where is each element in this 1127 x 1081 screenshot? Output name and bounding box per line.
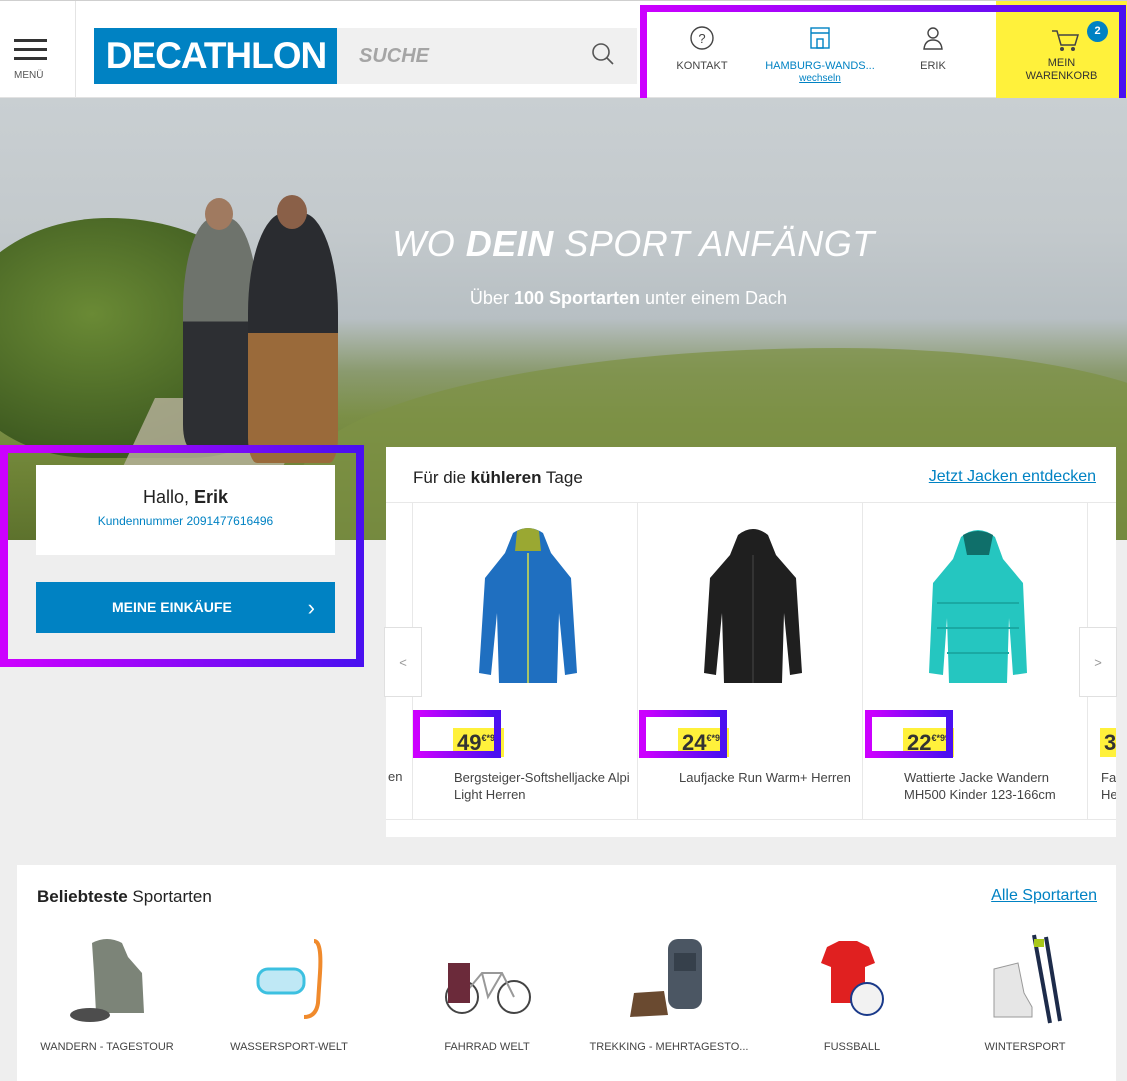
sport-name: TREKKING - MEHRTAGESTO... (589, 1041, 749, 1053)
product-name: Wattierte Jacke Wandern MH500 Kinder 123… (904, 770, 1056, 802)
cart-icon (1052, 30, 1080, 51)
search-input[interactable] (337, 28, 573, 84)
sport-item-wassersport[interactable]: WASSERSPORT-WELT (199, 933, 379, 1063)
account-label: ERIK (920, 60, 946, 72)
svg-text:?: ? (698, 31, 705, 46)
chevron-right-icon: › (307, 595, 315, 620)
user-icon (923, 27, 943, 50)
sport-name: FUSSBALL (823, 1041, 881, 1053)
contact-label: KONTAKT (676, 60, 728, 72)
search-icon (592, 43, 614, 65)
welcome-panel: Hallo, Erik Kundennummer 2091477616496 M… (0, 445, 364, 667)
store-label: HAMBURG-WANDS... (765, 60, 875, 72)
user-name: Erik (194, 487, 229, 507)
carousel-prev-button[interactable]: < (384, 627, 422, 697)
sport-item-fussball[interactable]: FUSSBALL (762, 933, 942, 1063)
cart-count-badge: 2 (1087, 21, 1108, 42)
discover-jackets-link[interactable]: Jetzt Jacken entdecken (929, 468, 1096, 486)
cart-label-line1: MEIN (1047, 57, 1076, 69)
sport-item-wandern[interactable]: WANDERN - TAGESTOUR (17, 933, 197, 1063)
hero-headline: WO DEIN SPORT ANFÄNGT (392, 223, 875, 264)
store-icon (810, 27, 830, 49)
sport-name: WANDERN - TAGESTOUR (40, 1041, 174, 1053)
sport-name: WINTERSPORT (984, 1041, 1066, 1053)
sport-name: WASSERSPORT-WELT (230, 1041, 348, 1053)
sport-item-wintersport[interactable]: WINTERSPORT (935, 933, 1115, 1063)
all-sports-link[interactable]: Alle Sportarten (991, 887, 1097, 905)
bicycle-icon (445, 963, 531, 1014)
ski-icon (993, 934, 1062, 1024)
search-button[interactable] (573, 28, 637, 84)
backpack-icon (630, 939, 702, 1017)
menu-label: MENÜ (14, 70, 44, 81)
sport-name: FAHRRAD WELT (444, 1041, 530, 1053)
cart-label-line2: WARENKORB (1025, 70, 1098, 82)
customer-number: Kundennummer 2091477616496 (97, 514, 274, 528)
softshell-jacket-image (479, 528, 577, 683)
product-name: Laufjacke Run Warm+ Herren (679, 770, 851, 785)
my-purchases-label: MEINE EINKÄUFE (112, 599, 232, 615)
hamburger-icon (14, 39, 47, 66)
snorkel-mask-icon (256, 939, 323, 1019)
my-purchases-button[interactable]: MEINE EINKÄUFE › (36, 582, 335, 633)
store-change-link[interactable]: wechseln (752, 73, 888, 85)
product-price: 3 (1100, 728, 1116, 757)
decathlon-logo[interactable]: DECATHLON (94, 28, 338, 84)
product-carousel: Für die kühleren Tage Jetzt Jacken entde… (386, 447, 1116, 837)
popular-sports-section: Beliebteste Sportarten Alle Sportarten W… (17, 865, 1116, 1081)
product-name: Fa He (1101, 770, 1116, 802)
hiking-jacket-icon (70, 939, 144, 1022)
welcome-card: Hallo, Erik Kundennummer 2091477616496 (36, 465, 335, 555)
product-name: Bergsteiger-Softshelljacke Alpi Light He… (454, 770, 630, 802)
cart-label: MEIN WARENKORB (996, 57, 1127, 83)
greeting: Hallo, Erik (142, 487, 229, 507)
sports-title: Beliebteste Sportarten (37, 887, 212, 906)
padded-jacket-image (929, 530, 1027, 683)
carousel-next-button[interactable]: > (1079, 627, 1117, 697)
product-card[interactable]: 24€*99 Laufjacke Run Warm+ Herren (638, 503, 863, 819)
menu-button[interactable]: MENÜ (0, 1, 76, 98)
cart-button[interactable]: 2 MEIN WARENKORB (996, 1, 1127, 98)
site-header: MENÜ DECATHLON ? KONTAKT HAMBURG-WANDS..… (0, 0, 1127, 98)
search-bar (337, 28, 637, 84)
help-icon: ? (690, 26, 714, 50)
sport-item-fahrrad[interactable]: FAHRRAD WELT (397, 933, 577, 1063)
carousel-title: Für die kühleren Tage (413, 468, 583, 487)
football-icon (821, 941, 884, 1016)
running-jacket-image (704, 529, 802, 683)
product-price: 22€*99 (903, 728, 955, 757)
product-card[interactable]: 49€*99 Bergsteiger-Softshelljacke Alpi L… (413, 503, 638, 819)
product-price: 24€*99 (678, 728, 730, 757)
product-price: 49€*99 (453, 728, 505, 757)
contact-link[interactable]: ? KONTAKT (664, 25, 740, 97)
sport-item-trekking[interactable]: TREKKING - MEHRTAGESTO... (579, 933, 759, 1063)
hero-tagline: Über 100 Sportarten unter einem Dach (469, 288, 788, 308)
store-selector[interactable]: HAMBURG-WANDS... wechseln (752, 25, 888, 97)
account-link[interactable]: ERIK (895, 25, 971, 97)
product-card[interactable]: 22€*99 Wattierte Jacke Wandern MH500 Kin… (863, 503, 1088, 819)
